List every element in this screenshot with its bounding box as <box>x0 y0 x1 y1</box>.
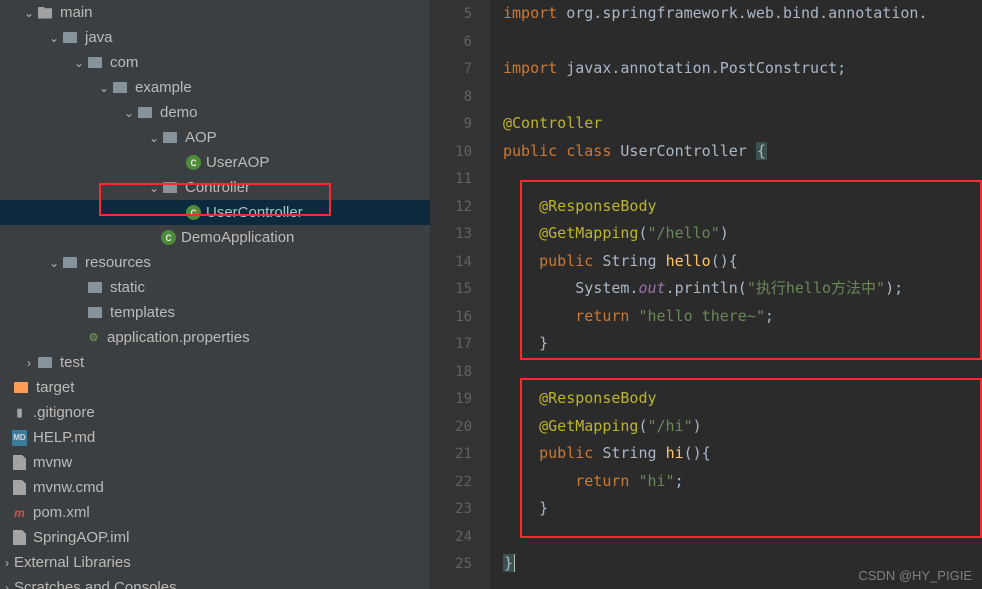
package-icon <box>86 54 104 72</box>
folder-icon <box>12 379 30 397</box>
file-icon: ▮ <box>12 405 27 421</box>
tree-item-aop[interactable]: ⌄AOP <box>0 125 430 150</box>
chevron-down-icon[interactable]: ⌄ <box>147 181 161 195</box>
tree-item-resources[interactable]: ⌄resources <box>0 250 430 275</box>
properties-icon: ⚙ <box>86 330 101 346</box>
tree-item-help[interactable]: MDHELP.md <box>0 425 430 450</box>
tree-item-appprops[interactable]: ⚙application.properties <box>0 325 430 350</box>
tree-item-controller[interactable]: ⌄Controller <box>0 175 430 200</box>
folder-icon <box>36 4 54 22</box>
tree-item-mvnwcmd[interactable]: mvnw.cmd <box>0 475 430 500</box>
maven-icon: m <box>12 505 27 521</box>
watermark: CSDN @HY_PIGIE <box>858 568 972 583</box>
iml-icon <box>12 530 27 546</box>
tree-item-springaop[interactable]: SpringAOP.iml <box>0 525 430 550</box>
package-icon <box>161 129 179 147</box>
package-icon <box>136 104 154 122</box>
tree-item-templates[interactable]: templates <box>0 300 430 325</box>
tree-item-pom[interactable]: mpom.xml <box>0 500 430 525</box>
tree-item-scratches[interactable]: ›Scratches and Consoles <box>0 575 430 589</box>
folder-icon <box>61 254 79 272</box>
chevron-right-icon[interactable]: › <box>0 556 14 570</box>
class-icon: c <box>186 155 201 170</box>
tree-item-example[interactable]: ⌄example <box>0 75 430 100</box>
folder-icon <box>36 354 54 372</box>
package-icon <box>111 79 129 97</box>
chevron-down-icon[interactable]: ⌄ <box>47 256 61 270</box>
tree-item-extlib[interactable]: ›External Libraries <box>0 550 430 575</box>
tree-item-test[interactable]: ›test <box>0 350 430 375</box>
markdown-icon: MD <box>12 430 27 446</box>
project-tree[interactable]: ⌄main ⌄java ⌄com ⌄example ⌄demo ⌄AOP cUs… <box>0 0 430 589</box>
class-icon: c <box>161 230 176 245</box>
code-editor[interactable]: 5678910111213141516171819202122232425 im… <box>430 0 982 589</box>
tree-item-usercontroller[interactable]: cUserController <box>0 200 430 225</box>
package-icon <box>161 179 179 197</box>
chevron-right-icon[interactable]: › <box>0 581 14 589</box>
tree-item-static[interactable]: static <box>0 275 430 300</box>
chevron-down-icon[interactable]: ⌄ <box>72 56 86 70</box>
tree-item-java[interactable]: ⌄java <box>0 25 430 50</box>
chevron-right-icon[interactable]: › <box>22 356 36 370</box>
chevron-down-icon[interactable]: ⌄ <box>97 81 111 95</box>
tree-item-target[interactable]: target <box>0 375 430 400</box>
chevron-down-icon[interactable]: ⌄ <box>147 131 161 145</box>
chevron-down-icon[interactable]: ⌄ <box>47 31 61 45</box>
code-content[interactable]: import org.springframework.web.bind.anno… <box>490 0 982 589</box>
tree-item-demo[interactable]: ⌄demo <box>0 100 430 125</box>
tree-item-mvnw[interactable]: mvnw <box>0 450 430 475</box>
tree-item-useraop[interactable]: cUserAOP <box>0 150 430 175</box>
file-icon <box>12 480 27 496</box>
line-gutter: 5678910111213141516171819202122232425 <box>430 0 490 589</box>
chevron-down-icon[interactable]: ⌄ <box>122 106 136 120</box>
folder-icon <box>61 29 79 47</box>
tree-item-demoapp[interactable]: cDemoApplication <box>0 225 430 250</box>
tree-item-com[interactable]: ⌄com <box>0 50 430 75</box>
folder-icon <box>86 279 104 297</box>
class-icon: c <box>186 205 201 220</box>
chevron-down-icon[interactable]: ⌄ <box>22 6 36 20</box>
tree-item-gitignore[interactable]: ▮.gitignore <box>0 400 430 425</box>
file-icon <box>12 455 27 471</box>
folder-icon <box>86 304 104 322</box>
tree-item-main[interactable]: ⌄main <box>0 0 430 25</box>
